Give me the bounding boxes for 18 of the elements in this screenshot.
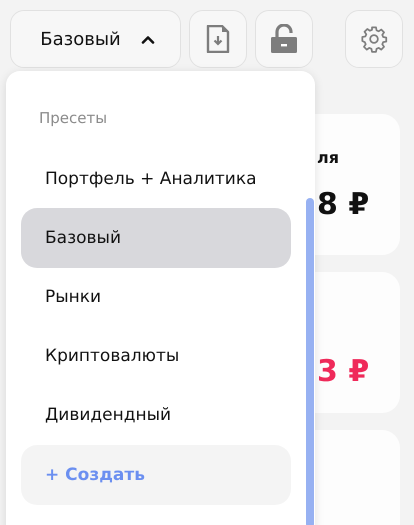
preset-item[interactable]: Дивидендный: [21, 385, 291, 445]
preset-item[interactable]: Портфель + Аналитика: [21, 149, 291, 209]
preset-item[interactable]: Базовый: [21, 208, 291, 268]
preset-dropdown-button[interactable]: Базовый: [10, 10, 181, 68]
card-value: 8 ₽: [317, 187, 370, 222]
unlocked-padlock-icon: [270, 24, 298, 54]
menu-heading: Пресеты: [38, 109, 108, 129]
preset-item[interactable]: Рынки: [21, 267, 291, 327]
download-button[interactable]: [189, 10, 247, 68]
settings-icon: [360, 25, 388, 53]
settings-button[interactable]: [345, 10, 403, 68]
file-download-icon: [206, 25, 230, 53]
unlock-button[interactable]: [255, 10, 313, 68]
preset-item[interactable]: Криптовалюты: [21, 326, 291, 386]
card-value: 3 ₽: [317, 354, 370, 389]
chevron-icon: [140, 34, 155, 44]
scrollbar[interactable]: [306, 198, 314, 525]
card-title: ля: [317, 148, 340, 167]
